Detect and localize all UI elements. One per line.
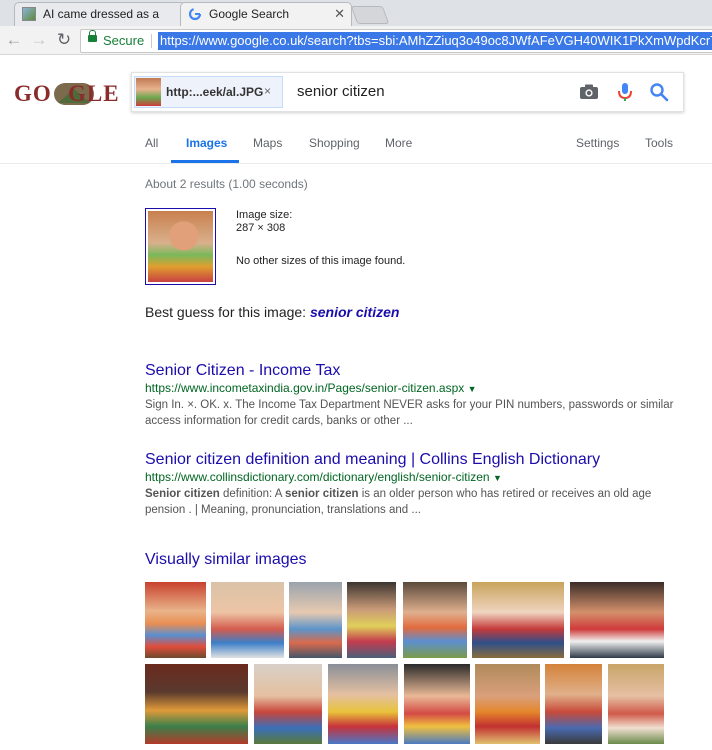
similar-image[interactable]: [145, 664, 248, 744]
result-1-snippet-line2: access information for credit cards, ban…: [145, 415, 413, 427]
similar-image[interactable]: [347, 582, 396, 658]
similar-image[interactable]: [328, 664, 398, 744]
camera-icon[interactable]: [578, 81, 600, 103]
forward-arrow-icon[interactable]: →: [29, 30, 49, 50]
result-1-url: https://www.incometaxindia.gov.in/Pages/…: [145, 380, 685, 397]
visually-similar-heading[interactable]: Visually similar images: [145, 551, 307, 569]
browser-toolbar: ← → ↻ Secure https://www.google.co.uk/se…: [0, 26, 712, 55]
url-dropdown-icon[interactable]: ▼: [493, 473, 502, 483]
browser-tab-2-title: Google Search: [209, 7, 290, 21]
url-dropdown-icon[interactable]: ▼: [468, 384, 477, 394]
result-2-snippet: Senior citizen definition: A senior citi…: [145, 486, 685, 518]
snippet-bold: Senior citizen: [145, 488, 220, 500]
lock-icon: [88, 30, 97, 42]
similar-image[interactable]: [403, 582, 467, 658]
secure-label: Secure: [103, 33, 145, 48]
query-image: [148, 211, 213, 282]
tab-maps[interactable]: Maps: [253, 136, 282, 150]
similar-image[interactable]: [289, 582, 342, 658]
address-bar[interactable]: Secure https://www.google.co.uk/search?t…: [80, 29, 712, 53]
microphone-icon[interactable]: [614, 81, 636, 103]
url-text[interactable]: https://www.google.co.uk/search?tbs=sbi:…: [158, 32, 712, 50]
back-arrow-icon[interactable]: ←: [4, 30, 24, 50]
chip-close-icon[interactable]: ×: [264, 84, 271, 98]
tab-all[interactable]: All: [145, 136, 158, 150]
tab-images[interactable]: Images: [186, 136, 227, 150]
new-tab-button[interactable]: [350, 6, 390, 24]
active-tab-indicator: [171, 160, 239, 163]
image-size-label: Image size:: [236, 209, 293, 221]
result-2-url-text: https://www.collinsdictionary.com/dictio…: [145, 470, 490, 484]
similar-image[interactable]: [404, 664, 470, 744]
browser-tab-1-title: AI came dressed as a CPL: [43, 7, 163, 21]
browser-tab-1[interactable]: AI came dressed as a CPL: [14, 2, 186, 26]
best-guess-label: Best guess for this image:: [145, 304, 307, 320]
result-1-snippet-line1: Sign In. ×. OK. x. The Income Tax Depart…: [145, 399, 674, 411]
snippet-text: definition: A: [219, 488, 285, 500]
best-guess-link[interactable]: senior citizen: [310, 304, 399, 320]
google-doodle-logo[interactable]: GO GLE: [14, 79, 120, 109]
similar-image[interactable]: [570, 582, 664, 658]
query-image-preview[interactable]: [145, 208, 216, 285]
search-header: GO GLE http:...eek/al.JPG × senior citiz…: [0, 55, 712, 164]
logo-text-left: GO: [14, 81, 52, 106]
search-result-2: Senior citizen definition and meaning | …: [145, 450, 685, 518]
chip-label: http:...eek/al.JPG: [166, 85, 264, 99]
tab-shopping[interactable]: Shopping: [309, 136, 360, 150]
photo-favicon-icon: [22, 7, 36, 21]
search-icon[interactable]: [648, 81, 670, 103]
tab-settings[interactable]: Settings: [576, 136, 619, 150]
result-stats: About 2 results (1.00 seconds): [145, 177, 308, 191]
tab-more[interactable]: More: [385, 136, 412, 150]
search-query-input[interactable]: senior citizen: [297, 83, 385, 100]
result-1-title[interactable]: Senior Citizen - Income Tax: [145, 361, 685, 380]
similar-image[interactable]: [475, 664, 540, 744]
tab-tools[interactable]: Tools: [645, 136, 673, 150]
result-1-url-text: https://www.incometaxindia.gov.in/Pages/…: [145, 381, 465, 395]
close-tab-icon[interactable]: ✕: [334, 3, 345, 25]
other-sizes-note: No other sizes of this image found.: [236, 255, 406, 267]
image-size-value: 287 × 308: [236, 222, 286, 234]
snippet-text: is an older person who has retired or re…: [358, 488, 652, 500]
search-image-chip[interactable]: http:...eek/al.JPG ×: [134, 76, 283, 108]
result-2-title[interactable]: Senior citizen definition and meaning | …: [145, 450, 685, 469]
search-nav-tabs: All Images Maps Shopping More Settings T…: [0, 127, 712, 163]
similar-image[interactable]: [254, 664, 322, 744]
browser-tab-2[interactable]: Google Search ✕: [180, 2, 352, 27]
address-separator: [151, 34, 152, 48]
similar-image[interactable]: [211, 582, 284, 658]
similar-image[interactable]: [545, 664, 602, 744]
query-image-thumbnail: [136, 78, 161, 106]
similar-image[interactable]: [145, 582, 206, 658]
search-result-1: Senior Citizen - Income Tax https://www.…: [145, 361, 685, 429]
result-1-snippet: Sign In. ×. OK. x. The Income Tax Depart…: [145, 397, 685, 429]
logo-text-right: GLE: [68, 81, 120, 106]
reload-icon[interactable]: ↻: [54, 30, 74, 50]
google-favicon-icon: [188, 7, 202, 21]
result-2-url: https://www.collinsdictionary.com/dictio…: [145, 469, 685, 486]
similar-image[interactable]: [608, 664, 664, 744]
best-guess: Best guess for this image: senior citize…: [145, 304, 399, 320]
snippet-bold: senior citizen: [285, 488, 359, 500]
similar-image[interactable]: [472, 582, 564, 658]
search-box[interactable]: http:...eek/al.JPG × senior citizen: [131, 72, 684, 112]
browser-tab-strip: AI came dressed as a CPL Google Search ✕: [0, 0, 712, 27]
result-2-snippet-line2: pension . | Meaning, pronunciation, tran…: [145, 504, 421, 516]
result-2-snippet-line1: Senior citizen definition: A senior citi…: [145, 486, 685, 502]
